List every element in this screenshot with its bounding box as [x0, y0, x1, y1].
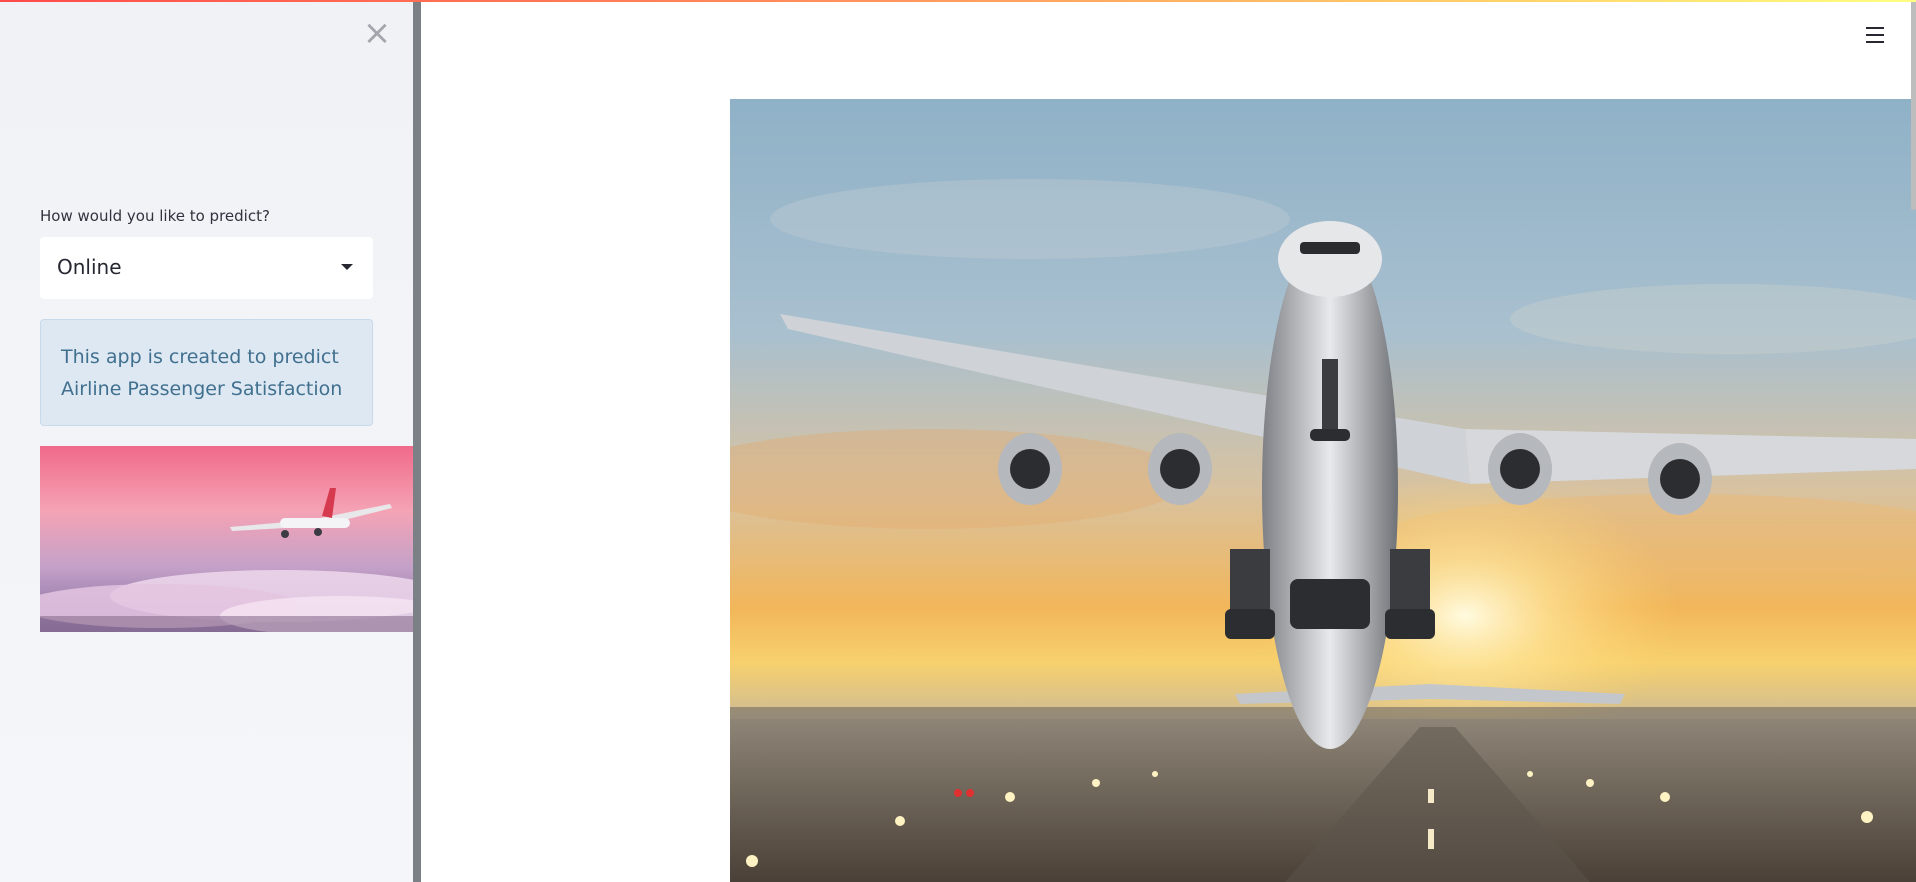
chevron-down-icon	[341, 264, 353, 270]
sidebar: × How would you like to predict? Online …	[0, 0, 413, 882]
close-icon[interactable]: ×	[362, 16, 392, 50]
predict-mode-select[interactable]: Online	[40, 237, 373, 299]
scrollbar[interactable]	[1911, 0, 1916, 210]
info-text: This app is created to predict Airline P…	[61, 346, 343, 400]
info-alert: This app is created to predict Airline P…	[40, 319, 373, 426]
predict-mode-value: Online	[57, 255, 122, 279]
airplane-sunset-image	[40, 446, 413, 632]
predict-mode-label: How would you like to predict?	[40, 207, 270, 225]
top-decoration-bar	[0, 0, 1916, 2]
hamburger-menu-icon[interactable]	[1862, 23, 1888, 47]
airplane-takeoff-image	[730, 99, 1916, 882]
sidebar-resize-handle[interactable]	[413, 0, 421, 882]
